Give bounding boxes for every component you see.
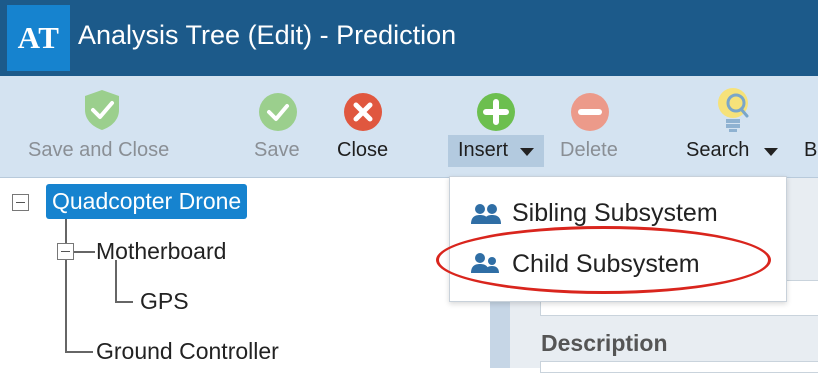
lightbulb-icon [718,88,749,132]
truncated-toolbar-button[interactable]: B [804,76,818,176]
insert-label: Insert [458,139,509,161]
search-label: Search [686,139,750,161]
analysis-tree: Quadcopter Drone Motherboard GPS Ground … [0,178,490,368]
people-icon [471,204,501,224]
close-label: Close [337,139,389,161]
window-title: Analysis Tree (Edit) - Prediction [78,20,457,50]
chevron-down-icon [764,148,778,156]
description-field[interactable] [540,361,818,373]
save-and-close-label: Save and Close [28,139,170,161]
title-bar: AT Analysis Tree (Edit) - Prediction [0,0,818,76]
tree-node[interactable]: Ground Controller [96,338,279,365]
annotation-ellipse [436,226,771,294]
collapse-toggle-icon[interactable] [12,194,29,211]
save-label: Save [254,139,300,161]
tree-connector [65,214,67,352]
toolbar: Save and Close Save Close Insert Delete [0,76,818,178]
insert-button[interactable]: Insert [448,76,544,176]
tree-connector [115,301,133,303]
chevron-down-icon [520,148,534,156]
minus-icon [571,93,609,131]
shield-check-icon [85,90,119,130]
menu-item-label: Sibling Subsystem [512,199,718,227]
tree-connector [65,351,93,353]
checkmark-icon [259,93,297,131]
tree-node-root[interactable]: Quadcopter Drone [46,184,248,219]
save-and-close-button[interactable]: Save and Close [20,76,185,176]
collapse-toggle-icon[interactable] [57,243,74,260]
delete-button[interactable]: Delete [558,76,624,176]
close-icon [344,93,382,131]
description-label: Description [541,330,668,356]
save-button[interactable]: Save [250,76,306,176]
delete-label: Delete [560,139,618,161]
app-logo: AT [7,5,70,71]
close-button[interactable]: Close [334,76,394,176]
tree-node[interactable]: GPS [140,288,189,315]
tree-connector [115,260,117,302]
search-button[interactable]: Search [684,76,784,176]
add-icon [477,93,515,131]
tree-node[interactable]: Motherboard [96,238,226,265]
truncated-toolbar-label: B [804,139,818,161]
